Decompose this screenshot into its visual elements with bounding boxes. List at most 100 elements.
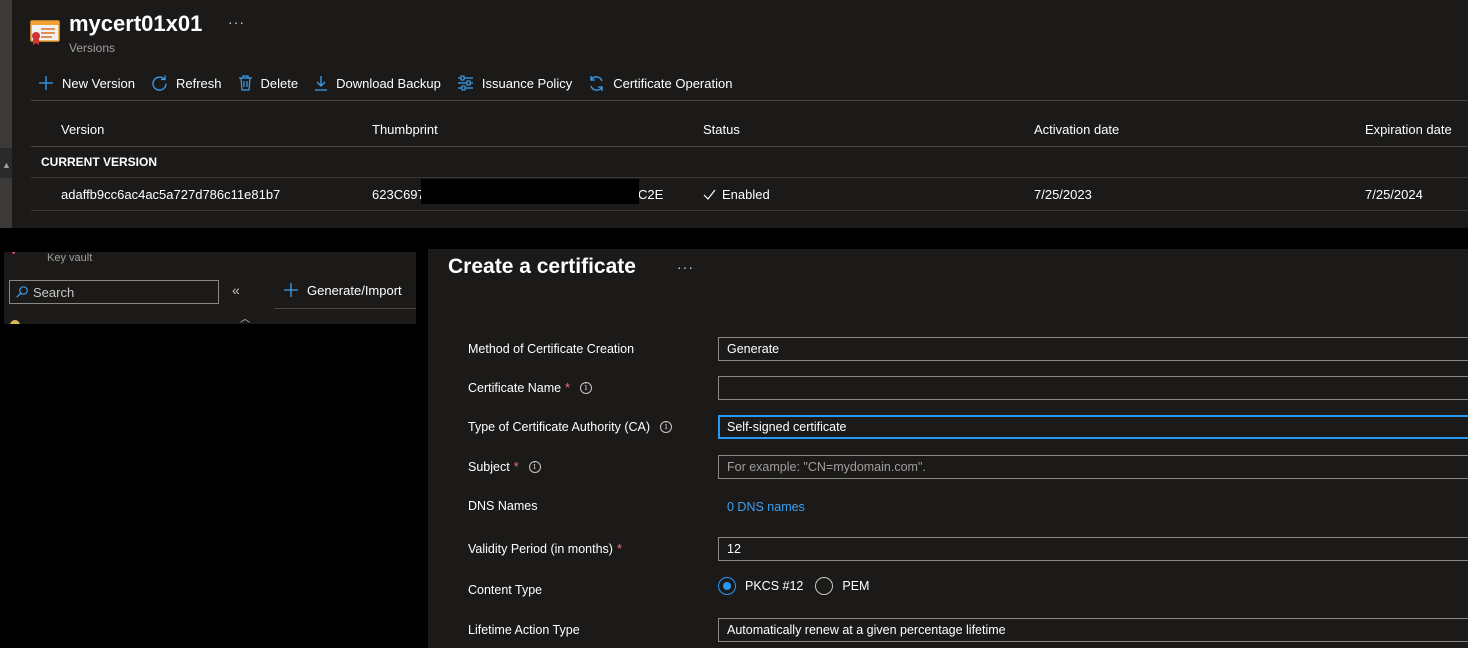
chevron-up-icon[interactable]: ︿ — [240, 310, 250, 324]
lifetime-action-dropdown[interactable]: Automatically renew at a given percentag… — [718, 618, 1468, 642]
certificate-operation-label: Certificate Operation — [613, 75, 733, 91]
generate-import-button[interactable]: Generate/Import — [283, 282, 402, 298]
content-type-label-text: Content Type — [468, 583, 543, 597]
key-vault-marker-icon: • — [12, 252, 16, 259]
scrollbar-thumb[interactable] — [0, 178, 12, 228]
breadcrumb: Key vault — [47, 252, 93, 264]
delete-label: Delete — [260, 75, 299, 91]
status-text: Enabled — [722, 187, 770, 202]
certificate-name-row: Certificate Name * i — [468, 376, 1468, 402]
download-icon — [315, 76, 328, 91]
refresh-icon — [152, 75, 167, 91]
cell-version[interactable]: adaffb9cc6ac4ac5a727d786c11e81b7 — [61, 187, 280, 202]
certificate-name-label: Certificate Name * i — [468, 381, 592, 395]
column-header-expiration-date[interactable]: Expiration date — [1365, 122, 1452, 137]
cell-status: Enabled — [703, 187, 770, 202]
radio-label-pkcs12: PKCS #12 — [745, 579, 804, 593]
content-type-radio-group: PKCS #12 PEM — [718, 577, 881, 595]
lifetime-action-row: Lifetime Action Type Automatically renew… — [468, 618, 1468, 644]
delete-button[interactable]: Delete — [238, 72, 299, 94]
ca-type-dropdown[interactable]: Self-signed certificate — [718, 415, 1468, 439]
lifetime-action-label: Lifetime Action Type — [468, 623, 580, 637]
radio-option-pem[interactable]: PEM — [815, 577, 869, 595]
info-icon[interactable]: i — [528, 461, 541, 473]
validity-label-text: Validity Period (in months) — [468, 542, 613, 556]
more-options-icon[interactable]: ··· — [677, 259, 694, 275]
cell-expiration-date: 7/25/2024 — [1365, 187, 1423, 202]
collapse-sidebar-icon[interactable]: « — [232, 282, 240, 298]
radio-button[interactable] — [815, 577, 834, 595]
sidebar-search[interactable] — [9, 280, 219, 304]
menu-item-icon — [10, 320, 20, 324]
radio-label-pem: PEM — [842, 579, 870, 593]
scrollbar-track-upper — [0, 0, 12, 148]
method-label: Method of Certificate Creation — [468, 342, 634, 356]
radio-button-checked[interactable] — [718, 577, 736, 595]
column-header-version[interactable]: Version — [61, 122, 104, 137]
dns-names-label: DNS Names — [468, 499, 537, 513]
download-backup-button[interactable]: Download Backup — [314, 72, 441, 94]
group-label: CURRENT VERSION — [41, 155, 158, 169]
required-marker: * — [616, 542, 622, 556]
command-bar: New Version Refresh Delete Download Back… — [38, 72, 748, 94]
column-header-status[interactable]: Status — [703, 122, 740, 137]
info-icon[interactable]: i — [579, 382, 592, 394]
required-marker: * — [513, 460, 519, 474]
info-icon[interactable]: i — [660, 421, 673, 433]
certificate-operation-button[interactable]: Certificate Operation — [588, 72, 732, 94]
sliders-icon — [457, 75, 473, 91]
subject-label-text: Subject — [468, 460, 510, 474]
certificate-name-label-text: Certificate Name — [468, 381, 562, 395]
ca-type-label-text: Type of Certificate Authority (CA) — [468, 420, 651, 434]
column-header-activation-date[interactable]: Activation date — [1034, 122, 1119, 137]
required-marker: * — [565, 381, 570, 395]
content-type-label: Content Type — [468, 583, 542, 597]
plus-icon — [284, 283, 298, 297]
sync-icon — [590, 75, 603, 91]
cell-activation-date: 7/25/2023 — [1034, 187, 1092, 202]
validity-row: Validity Period (in months) * 12 — [468, 537, 1468, 563]
refresh-button[interactable]: Refresh — [151, 72, 222, 94]
checkmark-icon — [703, 189, 716, 200]
ca-type-row: Type of Certificate Authority (CA) i Sel… — [468, 415, 1468, 441]
trash-icon — [238, 75, 252, 91]
content-type-row: Content Type PKCS #12 PEM — [468, 577, 1468, 603]
vertical-scrollbar[interactable]: ▲ — [0, 0, 12, 228]
versions-panel: ▲ mycert01x01 ··· Versions New Version R… — [0, 0, 1468, 228]
refresh-label: Refresh — [175, 75, 222, 91]
issuance-policy-button[interactable]: Issuance Policy — [457, 72, 572, 94]
lifetime-action-label-text: Lifetime Action Type — [468, 623, 580, 637]
page-subtitle: Versions — [69, 41, 116, 55]
form-title: Create a certificate — [448, 255, 636, 278]
dns-names-link[interactable]: 0 DNS names — [727, 500, 805, 514]
cell-thumbprint-start: 623C697 — [372, 187, 425, 202]
redaction-box — [421, 179, 639, 204]
key-vault-sidebar: • Key vault « Generate/Import ︿ — [4, 252, 416, 324]
new-version-label: New Version — [62, 75, 135, 91]
method-row: Method of Certificate Creation Generate — [468, 337, 1468, 363]
generate-import-label: Generate/Import — [307, 282, 402, 298]
versions-grid: Version Thumbprint Status Activation dat… — [31, 100, 1468, 211]
validity-input[interactable]: 12 — [718, 537, 1468, 561]
dns-names-label-text: DNS Names — [468, 499, 538, 513]
certificate-icon — [30, 18, 60, 46]
search-input[interactable] — [33, 284, 203, 300]
radio-option-pkcs12[interactable]: PKCS #12 — [718, 577, 803, 595]
subject-label: Subject * i — [468, 460, 541, 474]
new-version-button[interactable]: New Version — [38, 72, 135, 94]
page-title: mycert01x01 — [69, 11, 203, 36]
create-certificate-blade: Create a certificate ··· Method of Certi… — [428, 249, 1468, 648]
more-options-icon[interactable]: ··· — [228, 14, 245, 30]
method-dropdown[interactable]: Generate — [718, 337, 1468, 361]
divider — [274, 308, 416, 309]
column-header-thumbprint[interactable]: Thumbprint — [372, 122, 438, 137]
ca-type-label: Type of Certificate Authority (CA) i — [468, 420, 673, 434]
table-row[interactable]: adaffb9cc6ac4ac5a727d786c11e81b7 623C697… — [31, 178, 1468, 211]
cell-thumbprint-end: C2E — [638, 187, 664, 202]
download-backup-label: Download Backup — [336, 75, 441, 91]
scroll-up-arrow-icon[interactable]: ▲ — [2, 160, 11, 170]
certificate-name-input[interactable] — [718, 376, 1468, 400]
group-header-row: CURRENT VERSION — [31, 147, 1468, 178]
subject-input[interactable]: For example: "CN=mydomain.com". — [718, 455, 1468, 479]
plus-icon — [39, 76, 53, 90]
